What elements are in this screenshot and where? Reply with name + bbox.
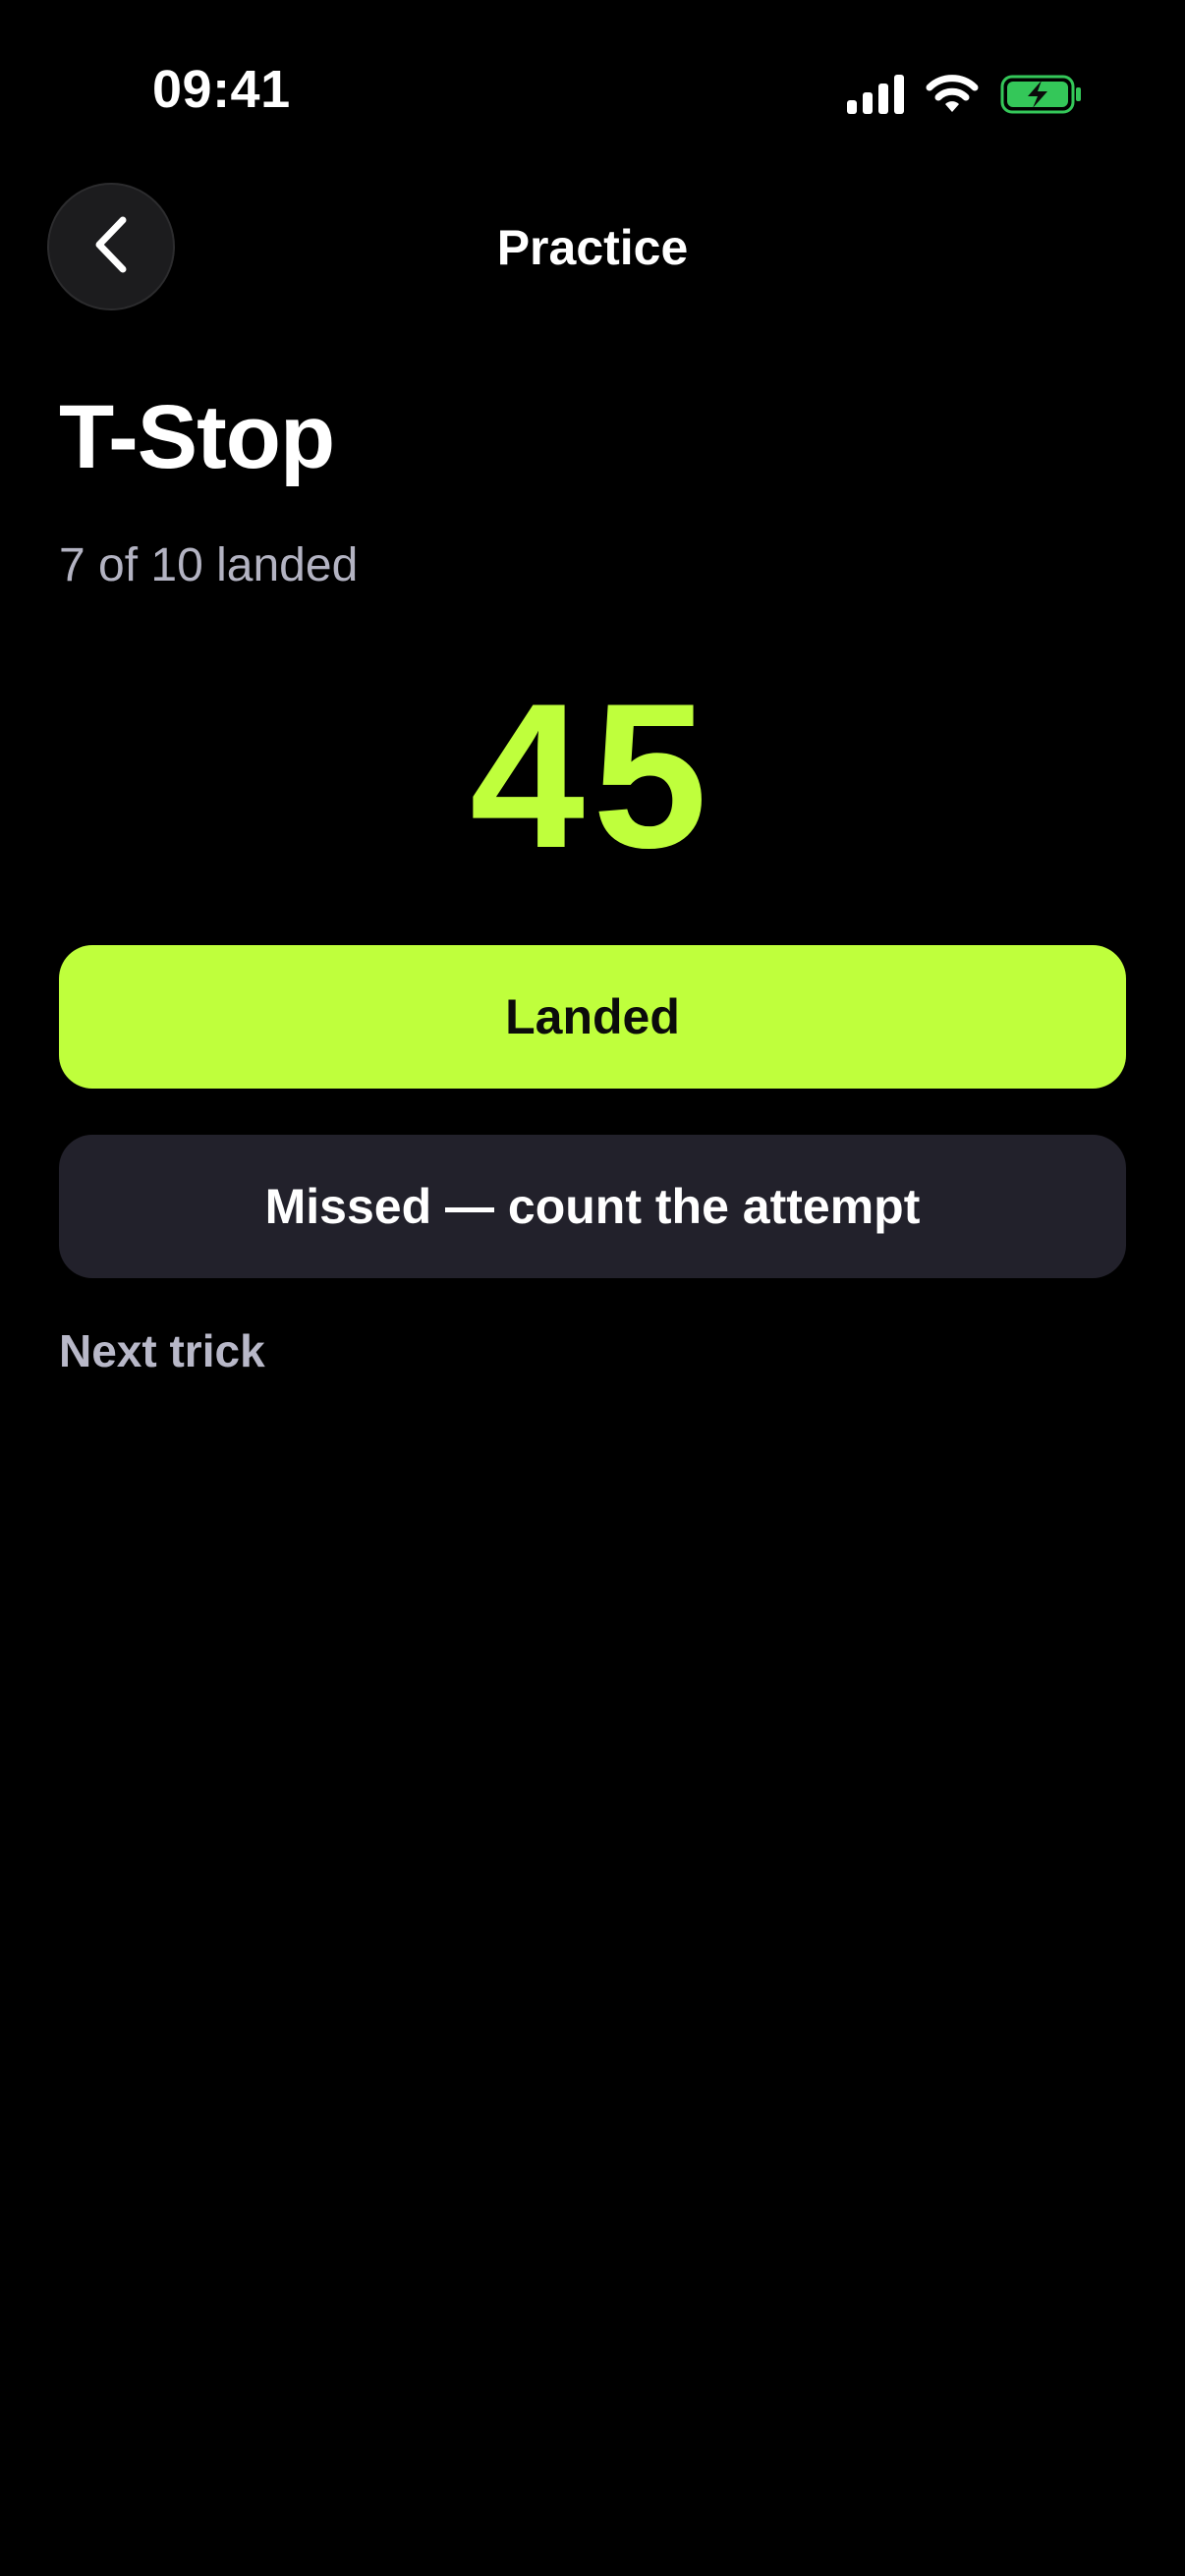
battery-charging-icon: [1000, 75, 1083, 119]
score-counter: 45: [470, 660, 715, 891]
wifi-icon: [926, 74, 979, 119]
landed-button[interactable]: Landed: [59, 945, 1126, 1089]
status-time: 09:41: [152, 60, 291, 119]
status-icons: [847, 71, 1083, 122]
trick-name: T-Stop: [59, 387, 335, 487]
cellular-signal-icon: [847, 74, 904, 119]
missed-attempt-button[interactable]: Missed — count the attempt: [59, 1135, 1126, 1278]
page-title: Practice: [496, 220, 689, 275]
landed-progress-text: 7 of 10 landed: [59, 539, 359, 591]
next-trick-link[interactable]: Next trick: [59, 1321, 265, 1380]
status-bar: 09:41: [0, 0, 1185, 187]
